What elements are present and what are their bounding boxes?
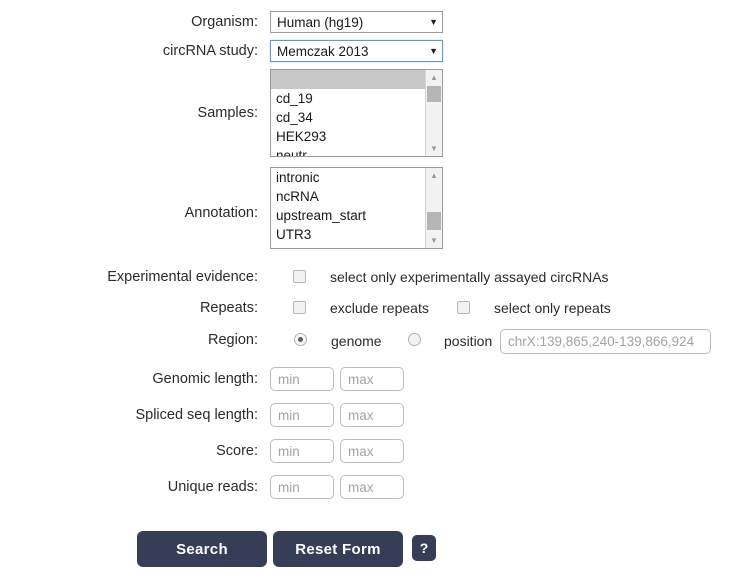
list-item[interactable]: ncRNA	[271, 187, 425, 206]
score-min-input[interactable]	[270, 439, 334, 463]
scrollbar-thumb[interactable]	[427, 212, 441, 230]
reset-form-button[interactable]: Reset Form	[273, 531, 403, 567]
samples-label: Samples:	[38, 105, 258, 121]
annotation-label: Annotation:	[38, 205, 258, 221]
list-item[interactable]: upstream_start	[271, 206, 425, 225]
circrna-search-form: Organism: Human (hg19) ▼ circRNA study: …	[0, 0, 750, 581]
spliced-seq-length-min-input[interactable]	[270, 403, 334, 427]
region-label: Region:	[38, 332, 258, 348]
unique-reads-max-input[interactable]	[340, 475, 404, 499]
scroll-up-arrow-icon[interactable]: ▲	[426, 168, 442, 183]
select-only-repeats-label: select only repeats	[494, 300, 611, 316]
organism-select[interactable]: Human (hg19) ▼	[270, 11, 443, 33]
unique-reads-label: Unique reads:	[38, 479, 258, 495]
spliced-seq-length-max-input[interactable]	[340, 403, 404, 427]
exclude-repeats-label: exclude repeats	[330, 300, 429, 316]
region-genome-label: genome	[331, 333, 382, 349]
exclude-repeats-checkbox[interactable]	[293, 301, 306, 314]
genomic-length-label: Genomic length:	[38, 371, 258, 387]
study-selected-value: Memczak 2013	[277, 44, 425, 59]
list-item[interactable]: cd_19	[271, 89, 425, 108]
list-item[interactable]: UTR5	[271, 244, 425, 248]
list-item[interactable]: UTR3	[271, 225, 425, 244]
organism-label: Organism:	[38, 14, 258, 30]
help-button[interactable]: ?	[412, 535, 436, 561]
repeats-label: Repeats:	[38, 300, 258, 316]
score-label: Score:	[38, 443, 258, 459]
organism-selected-value: Human (hg19)	[277, 15, 425, 30]
experimental-evidence-checkbox-label: select only experimentally assayed circR…	[330, 269, 609, 285]
experimental-evidence-label: Experimental evidence:	[38, 269, 258, 285]
select-only-repeats-checkbox[interactable]	[457, 301, 470, 314]
samples-option-list: cd_19 cd_34 HEK293 neutr	[271, 70, 425, 156]
search-button[interactable]: Search	[137, 531, 267, 567]
scroll-down-arrow-icon[interactable]: ▼	[426, 233, 442, 248]
region-genome-radio[interactable]	[294, 333, 307, 346]
region-position-label: position	[444, 333, 492, 349]
annotation-listbox[interactable]: intronic ncRNA upstream_start UTR3 UTR5 …	[270, 167, 443, 249]
spliced-seq-length-label: Spliced seq length:	[38, 407, 258, 423]
score-max-input[interactable]	[340, 439, 404, 463]
samples-scrollbar[interactable]: ▲ ▼	[425, 70, 442, 156]
genomic-length-min-input[interactable]	[270, 367, 334, 391]
annotation-scrollbar[interactable]: ▲ ▼	[425, 168, 442, 248]
list-item[interactable]: cd_34	[271, 108, 425, 127]
samples-listbox[interactable]: cd_19 cd_34 HEK293 neutr ▲ ▼	[270, 69, 443, 157]
study-select[interactable]: Memczak 2013 ▼	[270, 40, 443, 62]
scrollbar-thumb[interactable]	[427, 86, 441, 102]
scroll-up-arrow-icon[interactable]: ▲	[426, 70, 442, 85]
scroll-down-arrow-icon[interactable]: ▼	[426, 141, 442, 156]
list-item[interactable]: HEK293	[271, 127, 425, 146]
list-item[interactable]: neutr	[271, 146, 425, 156]
chevron-down-icon: ▼	[429, 47, 438, 56]
list-item[interactable]: intronic	[271, 168, 425, 187]
chevron-down-icon: ▼	[429, 18, 438, 27]
genomic-length-max-input[interactable]	[340, 367, 404, 391]
annotation-option-list: intronic ncRNA upstream_start UTR3 UTR5	[271, 168, 425, 248]
region-position-radio[interactable]	[408, 333, 421, 346]
position-input[interactable]	[500, 329, 711, 354]
unique-reads-min-input[interactable]	[270, 475, 334, 499]
experimental-evidence-checkbox[interactable]	[293, 270, 306, 283]
list-item[interactable]	[271, 70, 425, 89]
study-label: circRNA study:	[38, 43, 258, 59]
